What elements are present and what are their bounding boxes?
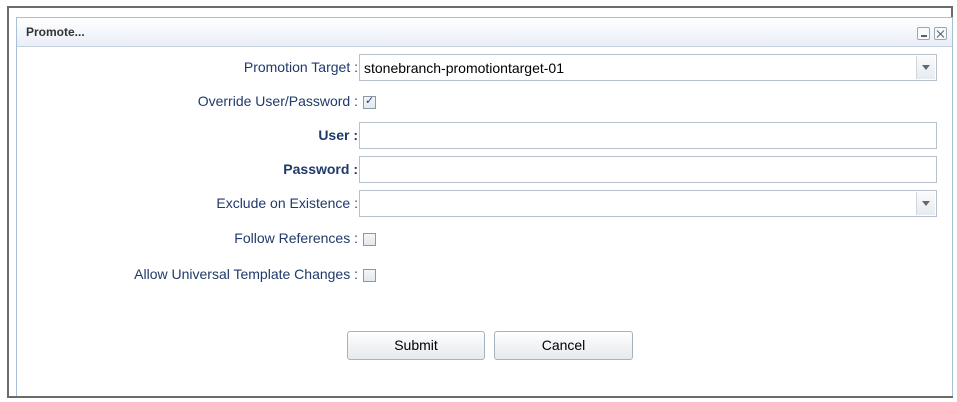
follow-references-checkbox[interactable] <box>363 233 376 246</box>
allow-universal-template-changes-checkbox[interactable] <box>363 269 376 282</box>
cancel-button[interactable]: Cancel <box>494 331 633 360</box>
dialog-titlebar[interactable]: Promote... <box>17 18 952 47</box>
promote-dialog: Promote... Promotion Target : stonebranc… <box>16 17 953 396</box>
chevron-down-icon[interactable] <box>916 192 935 215</box>
password-field[interactable] <box>359 156 937 183</box>
close-icon[interactable] <box>934 27 947 40</box>
override-user-password-label: Override User/Password : <box>197 93 358 109</box>
password-label: Password : <box>283 161 358 177</box>
dialog-title: Promote... <box>26 25 85 39</box>
exclude-on-existence-select[interactable] <box>359 190 937 217</box>
user-label: User : <box>318 127 358 143</box>
chevron-down-icon[interactable] <box>916 56 935 79</box>
allow-universal-template-changes-label: Allow Universal Template Changes : <box>134 266 358 282</box>
user-field[interactable] <box>359 122 937 149</box>
promotion-target-label: Promotion Target : <box>243 59 358 75</box>
override-user-password-checkbox[interactable] <box>363 94 376 109</box>
follow-references-label: Follow References : <box>234 230 358 246</box>
promotion-target-select[interactable]: stonebranch-promotiontarget-01 <box>359 54 937 81</box>
submit-button[interactable]: Submit <box>347 331 485 360</box>
promotion-target-value: stonebranch-promotiontarget-01 <box>364 60 565 76</box>
screen: Promote... Promotion Target : stonebranc… <box>0 0 957 402</box>
minimize-icon[interactable] <box>917 27 930 40</box>
exclude-on-existence-label: Exclude on Existence : <box>216 195 358 211</box>
